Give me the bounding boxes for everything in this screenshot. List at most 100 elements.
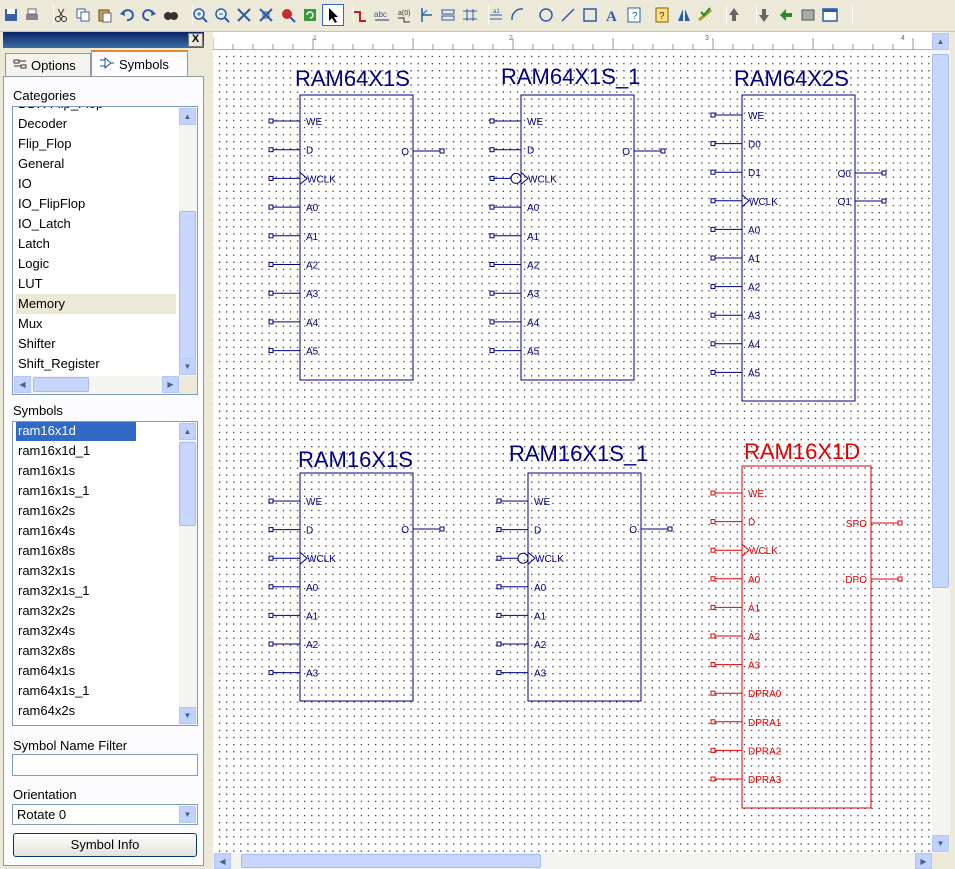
category-item[interactable]: IO_Latch <box>16 214 73 234</box>
schematic-canvas[interactable]: RAM64X1S WE D WCLK A0 A1 A2 A3 A4 A5 O RAM64X1S_1 WE… <box>213 50 932 853</box>
symbol-item[interactable]: ram64x1s <box>16 661 77 681</box>
window-icon[interactable] <box>819 4 841 26</box>
category-item[interactable]: Shift_Register <box>16 354 102 374</box>
symbol-ram16x1s-1[interactable]: RAM16X1S_1 WE D WCLK A0 A1 A2 A3 O <box>496 441 673 702</box>
refresh-icon[interactable] <box>299 4 321 26</box>
category-item[interactable]: General <box>16 154 66 174</box>
scroll-down-icon[interactable]: ▼ <box>179 358 196 375</box>
add-symbol-icon[interactable] <box>459 4 481 26</box>
view-icon[interactable] <box>797 4 819 26</box>
categories-vscroll[interactable]: ▲ ▼ <box>179 107 197 376</box>
symbol-item[interactable]: ram32x1s <box>16 561 77 581</box>
up-icon[interactable] <box>775 4 797 26</box>
orientation-select[interactable]: Rotate 0 ▼ <box>12 804 198 825</box>
symbol-item[interactable]: ram32x1s_1 <box>16 581 92 601</box>
symbols-list[interactable]: ram64x2s ram64x1s_1 ram64x1s ram32x8s ram32x… <box>12 421 198 726</box>
tab-options[interactable]: Options <box>5 53 91 76</box>
paste-icon[interactable] <box>94 4 116 26</box>
scroll-right-icon[interactable]: ▶ <box>162 376 179 393</box>
symbol-ram16x1d[interactable]: RAM16X1D WE D WCLK A0 A1 A2 A3 DPRA0 DPRA1 DPRA2 DP… <box>710 439 903 809</box>
canvas-vscroll[interactable]: ▲ ▼ <box>932 32 950 853</box>
add-net-icon[interactable]: a1 <box>485 4 507 26</box>
symbol-item[interactable]: ram64x1s_1 <box>16 681 92 701</box>
zoom-full-icon[interactable] <box>233 4 255 26</box>
add-net-name-icon[interactable]: abc <box>371 4 393 26</box>
category-item[interactable]: Flip_Flop <box>16 134 73 154</box>
line-icon[interactable] <box>557 4 579 26</box>
scroll-thumb[interactable] <box>241 854 541 868</box>
redo-icon[interactable] <box>138 4 160 26</box>
symbol-item[interactable]: ram16x1s_1 <box>16 481 92 501</box>
scroll-left-icon[interactable]: ◀ <box>14 376 31 393</box>
symbol-item[interactable]: ram32x8s <box>16 641 77 661</box>
symbol-item[interactable]: ram32x2s <box>16 601 77 621</box>
symbol-item[interactable]: ram32x4s <box>16 621 77 641</box>
symbol-item[interactable]: ram64x2s <box>16 701 77 721</box>
zoom-out-icon[interactable] <box>211 4 233 26</box>
scroll-up-icon[interactable]: ▲ <box>932 33 949 50</box>
symbol-ram16x1s[interactable]: RAM16X1S WE D WCLK A0 A1 A2 A3 O <box>268 447 445 702</box>
symbol-ram64x2s[interactable]: RAM64X2S WE D0 D1 WCLK A0 A1 A2 A3 A4 A5 O0 O1 <box>710 66 887 402</box>
add-io-marker-icon[interactable] <box>437 4 459 26</box>
symbol-ram64x1s[interactable]: RAM64X1S WE D WCLK A0 A1 A2 A3 A4 A5 O <box>268 66 445 381</box>
text-icon[interactable]: A <box>601 4 623 26</box>
categories-hscroll[interactable]: ◀ ▶ <box>13 376 179 394</box>
zoom-selected-icon[interactable] <box>277 4 299 26</box>
category-item[interactable]: LUT <box>16 274 45 294</box>
symbol-item[interactable]: ram16x1s <box>16 461 77 481</box>
info-icon[interactable]: ? <box>623 4 645 26</box>
chevron-down-icon[interactable]: ▼ <box>179 806 196 823</box>
scroll-down-icon[interactable]: ▼ <box>179 707 196 724</box>
category-item[interactable]: Logic <box>16 254 51 274</box>
rename-icon[interactable]: a(0) <box>393 4 415 26</box>
scroll-right-icon[interactable]: ▶ <box>915 853 932 869</box>
mirror-icon[interactable] <box>673 4 695 26</box>
symbol-ram64x1s-1[interactable]: RAM64X1S_1 WE D WCLK A0 A1 A2 A3 A4 A5 O <box>489 64 666 381</box>
zoom-to-box-icon[interactable] <box>255 4 277 26</box>
symbol-name-filter-input[interactable] <box>12 754 198 776</box>
tab-symbols[interactable]: Symbols <box>91 50 188 77</box>
scroll-up-icon[interactable]: ▲ <box>179 108 196 125</box>
add-wire-icon[interactable] <box>349 4 371 26</box>
category-item[interactable]: Shifter <box>16 334 58 354</box>
scroll-left-icon[interactable]: ◀ <box>214 853 231 869</box>
category-item[interactable]: Memory <box>16 294 176 314</box>
category-item[interactable]: DDR Flip_Flop <box>16 107 105 114</box>
cut-icon[interactable] <box>50 4 72 26</box>
scroll-thumb[interactable] <box>179 211 196 359</box>
zoom-in-icon[interactable] <box>189 4 211 26</box>
add-bus-tap-icon[interactable] <box>415 4 437 26</box>
symbol-item[interactable]: ram16x8s <box>16 541 77 561</box>
help-icon[interactable]: ? <box>651 4 673 26</box>
scroll-thumb[interactable] <box>932 54 949 588</box>
copy-icon[interactable] <box>72 4 94 26</box>
save-icon[interactable] <box>0 4 22 26</box>
circle-icon[interactable] <box>535 4 557 26</box>
symbol-info-button[interactable]: Symbol Info <box>13 833 197 857</box>
select-icon[interactable] <box>322 4 344 26</box>
canvas-hscroll[interactable]: ◀ ▶ <box>213 853 932 869</box>
check-icon[interactable] <box>695 4 717 26</box>
rectangle-icon[interactable] <box>579 4 601 26</box>
pop-icon[interactable] <box>753 4 775 26</box>
find-icon[interactable] <box>160 4 182 26</box>
symbol-item[interactable]: ram16x4s <box>16 521 77 541</box>
category-item[interactable]: Decoder <box>16 114 69 134</box>
symbol-item[interactable]: ram16x1d <box>15 422 137 442</box>
category-item[interactable]: Mux <box>16 314 45 334</box>
symbol-item[interactable]: ram16x1d_1 <box>16 441 92 461</box>
scroll-thumb[interactable] <box>179 442 196 526</box>
push-icon[interactable] <box>723 4 745 26</box>
scroll-down-icon[interactable]: ▼ <box>932 835 949 852</box>
panel-close-button[interactable]: X <box>188 33 203 47</box>
print-icon[interactable] <box>21 4 43 26</box>
undo-icon[interactable] <box>116 4 138 26</box>
category-item[interactable]: IO_FlipFlop <box>16 194 87 214</box>
scroll-thumb[interactable] <box>33 377 89 392</box>
category-item[interactable]: IO <box>16 174 34 194</box>
arc-icon[interactable] <box>507 4 529 26</box>
scroll-up-icon[interactable]: ▲ <box>179 423 196 440</box>
category-item[interactable]: Latch <box>16 234 52 254</box>
symbol-item[interactable]: ram16x2s <box>16 501 77 521</box>
categories-list[interactable]: Shift_Register Shifter Mux Memory LUT Logic La… <box>12 106 198 395</box>
